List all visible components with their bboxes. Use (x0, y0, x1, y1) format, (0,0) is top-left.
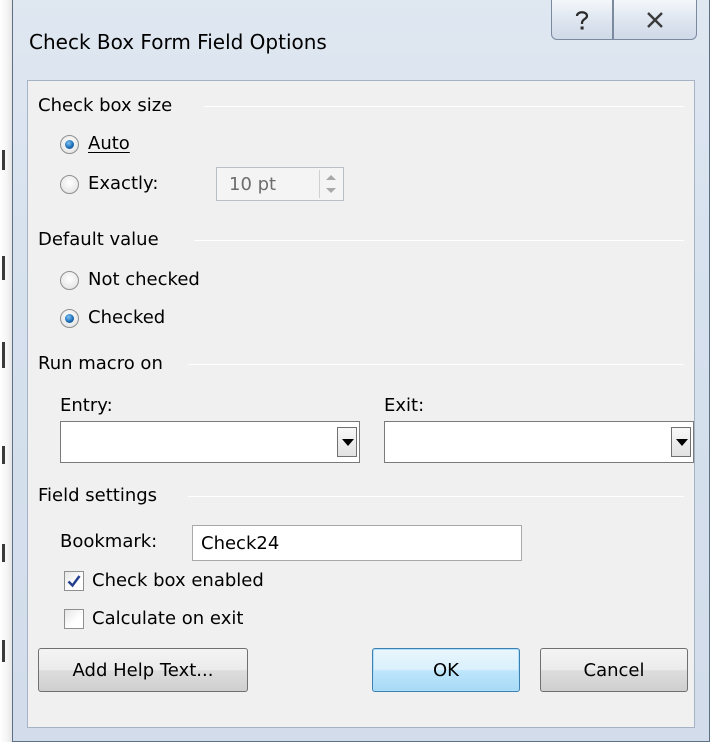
size-group-heading: Check box size (38, 95, 173, 116)
dialog-body: Check box size Auto Exactly: 10 pt Defau… (27, 80, 695, 728)
exactly-radio[interactable] (60, 175, 79, 194)
background-window-edge (0, 0, 12, 742)
chevron-down-icon[interactable] (671, 427, 691, 457)
enabled-checkbox[interactable] (64, 571, 84, 591)
bookmark-label: Bookmark: (60, 531, 158, 552)
help-button[interactable] (551, 0, 613, 40)
auto-label[interactable]: Auto (88, 133, 130, 154)
edge-mark (2, 342, 5, 368)
dialog-title: Check Box Form Field Options (29, 30, 327, 54)
spin-up-icon[interactable] (326, 175, 336, 180)
entry-macro-select[interactable] (60, 421, 360, 463)
calculate-label[interactable]: Calculate on exit (92, 608, 243, 629)
dialog-window: Check Box Form Field Options Check box s… (12, 0, 710, 742)
group-divider (194, 240, 684, 241)
calculate-checkbox[interactable] (64, 609, 84, 629)
chevron-down-icon[interactable] (337, 427, 357, 457)
radio-selected-dot (65, 314, 74, 323)
ok-button[interactable]: OK (372, 648, 520, 692)
bookmark-input-field[interactable] (193, 526, 521, 560)
radio-selected-dot (65, 140, 74, 149)
exit-macro-select[interactable] (384, 421, 694, 463)
spin-down-icon[interactable] (326, 188, 336, 193)
auto-radio[interactable] (60, 135, 79, 154)
bookmark-input[interactable] (192, 525, 522, 561)
checked-label[interactable]: Checked (88, 307, 165, 328)
exit-label: Exit: (384, 395, 425, 416)
spin-arrows[interactable] (319, 170, 341, 198)
title-bar: Check Box Form Field Options (13, 0, 709, 82)
group-divider (204, 106, 684, 107)
add-help-text-button[interactable]: Add Help Text... (38, 648, 248, 692)
edge-mark (2, 544, 5, 562)
exact-size-value: 10 pt (229, 174, 277, 195)
enabled-label[interactable]: Check box enabled (92, 570, 264, 591)
default-group-heading: Default value (38, 229, 159, 250)
exact-size-spinbox[interactable]: 10 pt (216, 167, 344, 201)
help-icon (575, 10, 589, 29)
edge-mark (2, 640, 5, 662)
not-checked-label[interactable]: Not checked (88, 269, 200, 290)
check-mark-icon (67, 575, 81, 588)
field-group-heading: Field settings (38, 485, 158, 506)
edge-mark (2, 256, 5, 280)
group-divider (188, 364, 684, 365)
macro-group-heading: Run macro on (38, 353, 163, 374)
exactly-label[interactable]: Exactly: (88, 173, 158, 194)
checked-radio[interactable] (60, 309, 79, 328)
edge-mark (2, 446, 5, 464)
group-divider (188, 496, 684, 497)
close-icon (647, 11, 663, 28)
cancel-button[interactable]: Cancel (540, 648, 688, 692)
close-button[interactable] (613, 0, 697, 40)
not-checked-radio[interactable] (60, 271, 79, 290)
entry-label: Entry: (60, 395, 113, 416)
edge-mark (2, 150, 5, 170)
